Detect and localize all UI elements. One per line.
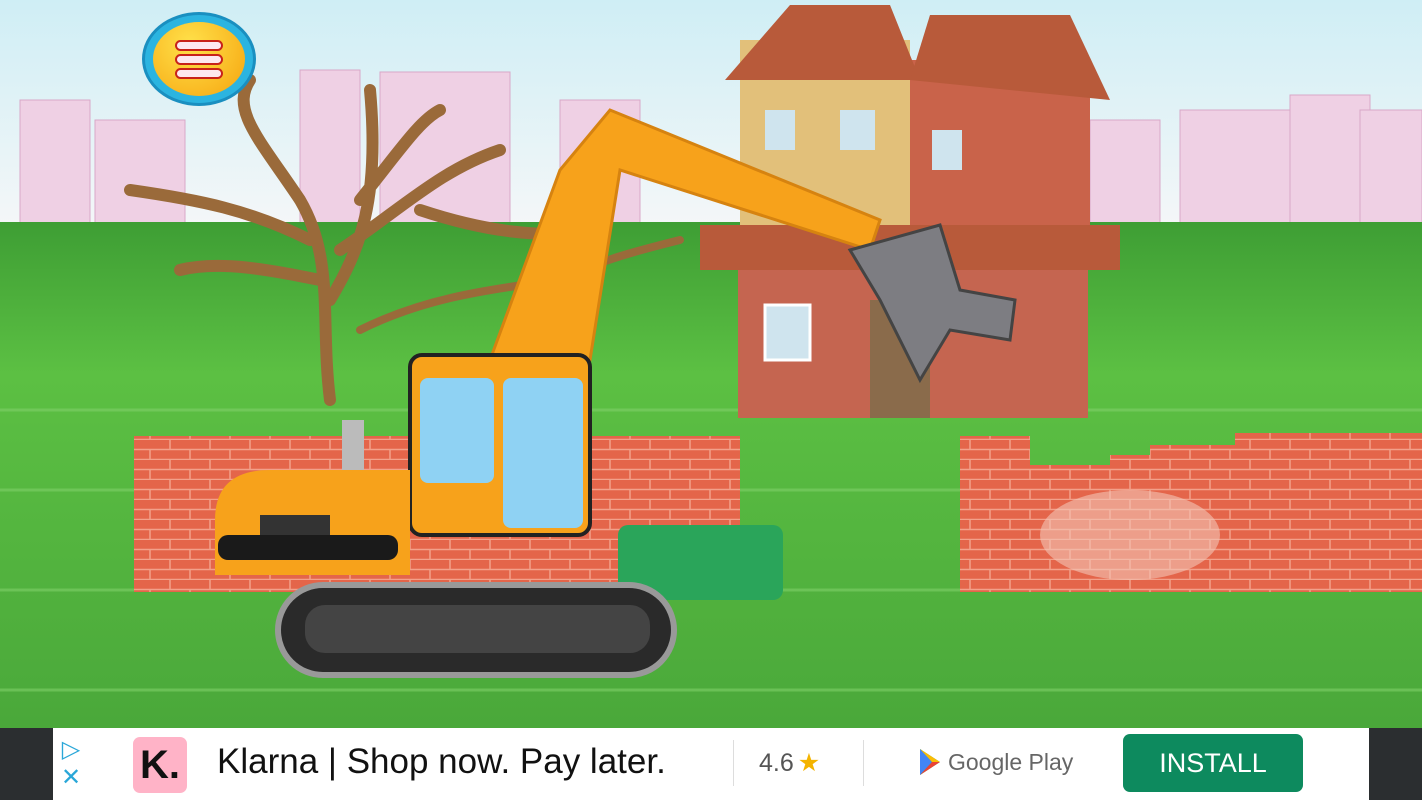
hamburger-menu-icon xyxy=(153,22,245,96)
close-icon[interactable]: ✕ xyxy=(59,764,83,792)
game-scene[interactable] xyxy=(0,0,1422,728)
brand-logo[interactable]: K. xyxy=(133,737,187,793)
install-button[interactable]: INSTALL xyxy=(1123,734,1303,792)
game-canvas[interactable] xyxy=(0,0,1422,728)
adchoices-icon[interactable]: ▷ xyxy=(59,736,83,764)
rating-value: 4.6 xyxy=(759,749,794,777)
ad-headline[interactable]: Klarna | Shop now. Pay later. xyxy=(217,742,666,782)
google-play-badge[interactable]: Google Play xyxy=(918,748,1073,776)
divider xyxy=(733,740,734,786)
store-label: Google Play xyxy=(948,748,1074,775)
star-icon: ★ xyxy=(797,749,821,777)
app-rating: 4.6 ★ xyxy=(759,748,820,778)
divider xyxy=(863,740,864,786)
google-play-icon xyxy=(920,749,940,775)
menu-button[interactable] xyxy=(142,12,256,106)
ad-banner[interactable]: ▷ ✕ K. Klarna | Shop now. Pay later. 4.6… xyxy=(53,728,1369,800)
